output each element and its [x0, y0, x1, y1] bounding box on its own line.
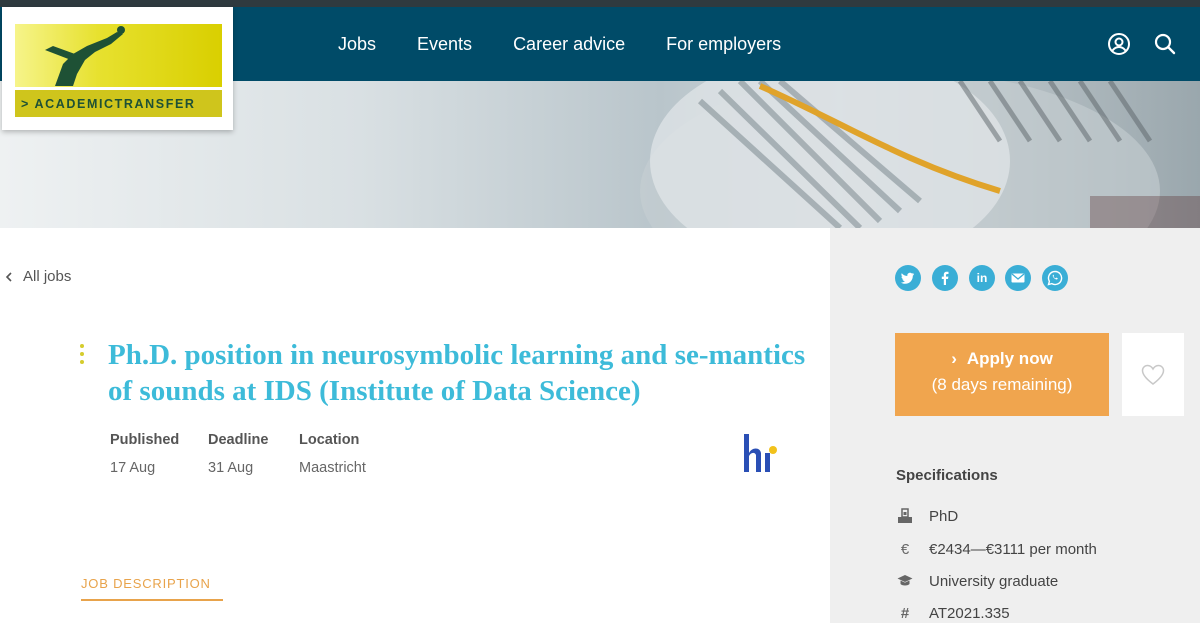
search-icon[interactable] — [1153, 32, 1177, 56]
location-label: Location — [299, 432, 360, 448]
apply-label: › Apply now — [895, 349, 1109, 369]
more-options-icon[interactable] — [80, 344, 86, 368]
graduation-cap-icon — [896, 572, 914, 590]
hr-excellence-logo — [742, 433, 778, 473]
spec-salary: € €2434—€3111 per month — [896, 540, 1097, 558]
apply-now-button[interactable]: › Apply now (8 days remaining) — [895, 333, 1109, 416]
spec-degree-value: PhD — [929, 507, 959, 525]
user-circle-icon[interactable] — [1107, 32, 1131, 56]
back-link-label: All jobs — [23, 268, 72, 285]
main-nav: Jobs Events Career advice For employers — [338, 7, 822, 81]
back-to-all-jobs-link[interactable]: All jobs — [4, 268, 71, 285]
nav-for-employers[interactable]: For employers — [666, 34, 781, 55]
spec-reference: # AT2021.335 — [896, 604, 1010, 622]
logo-graphic — [15, 24, 222, 87]
facebook-icon[interactable] — [932, 265, 958, 291]
spec-education-value: University graduate — [929, 572, 1059, 590]
location-meta: Location Maastricht — [299, 432, 366, 476]
published-meta: Published 17 Aug — [110, 432, 179, 476]
deadline-value: 31 Aug — [208, 460, 254, 476]
euro-icon: € — [900, 540, 910, 558]
days-remaining: (8 days remaining) — [931, 375, 1073, 394]
hash-icon: # — [900, 604, 910, 622]
top-strip — [0, 0, 1200, 7]
deadline-label: Deadline — [208, 432, 269, 448]
nav-career-advice[interactable]: Career advice — [513, 34, 625, 55]
heart-icon — [1141, 364, 1165, 385]
chevron-left-icon — [5, 271, 12, 282]
deadline-meta: Deadline 31 Aug — [208, 432, 268, 476]
chevron-right-icon: › — [951, 349, 957, 368]
logo-text: > ACADEMICTRANSFER — [21, 96, 196, 111]
published-label: Published — [110, 432, 180, 448]
spec-education: University graduate — [896, 572, 1058, 590]
linkedin-icon[interactable]: in — [969, 265, 995, 291]
twitter-icon[interactable] — [895, 265, 921, 291]
favorite-button[interactable] — [1122, 333, 1184, 416]
job-title: Ph.D. position in neurosymbolic learning… — [108, 339, 806, 407]
email-icon[interactable] — [1005, 265, 1031, 291]
specifications-title: Specifications — [896, 467, 998, 484]
tab-job-description[interactable]: JOB DESCRIPTION — [81, 576, 223, 601]
logo-bar: > ACADEMICTRANSFER — [15, 90, 222, 117]
published-value: 17 Aug — [110, 460, 156, 476]
apply-text: Apply now — [966, 349, 1053, 368]
whatsapp-icon[interactable] — [1042, 265, 1068, 291]
spec-degree: PhD — [896, 507, 958, 525]
degree-icon — [896, 507, 914, 525]
brand-logo[interactable]: > ACADEMICTRANSFER — [2, 7, 233, 130]
spec-reference-value: AT2021.335 — [929, 604, 1010, 622]
location-value: Maastricht — [299, 460, 366, 476]
nav-events[interactable]: Events — [417, 34, 472, 55]
spec-salary-value: €2434—€3111 per month — [929, 540, 1097, 558]
nav-jobs[interactable]: Jobs — [338, 34, 376, 55]
